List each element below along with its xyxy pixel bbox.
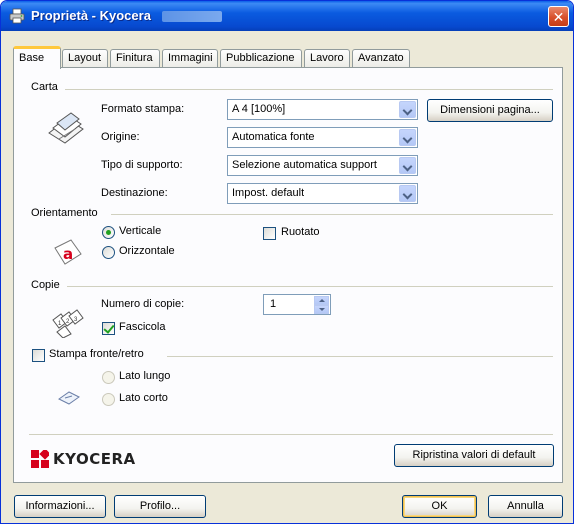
fronte-retro-checkbox[interactable] xyxy=(32,349,45,362)
origine-select[interactable]: Automatica fonte xyxy=(227,127,418,148)
printer-icon xyxy=(9,8,25,24)
copie-divider xyxy=(67,286,553,287)
close-icon: ✕ xyxy=(552,9,565,25)
tab-immagini[interactable]: Immagini xyxy=(162,49,218,68)
numero-copie-label: Numero di copie: xyxy=(101,298,185,310)
formato-value: A 4 [100%] xyxy=(232,103,286,115)
supporto-label: Tipo di supporto: xyxy=(101,159,183,171)
tab-layout[interactable]: Layout xyxy=(62,49,108,68)
tab-pubblicazione[interactable]: Pubblicazione xyxy=(220,49,302,68)
profilo-button[interactable]: Profilo... xyxy=(114,495,206,518)
window-title: Proprietà - Kyocera xyxy=(31,8,151,23)
verticale-label[interactable]: Verticale xyxy=(119,225,161,237)
supporto-value: Selezione automatica support xyxy=(232,159,377,171)
destinazione-select[interactable]: Impost. default xyxy=(227,183,418,204)
chevron-down-icon xyxy=(399,129,416,146)
ruotato-label[interactable]: Ruotato xyxy=(281,226,320,238)
numero-copie-value: 1 xyxy=(270,298,277,310)
tab-finitura[interactable]: Finitura xyxy=(110,49,160,68)
orientation-icon: a xyxy=(54,239,82,265)
destinazione-value: Impost. default xyxy=(232,187,305,199)
origine-value: Automatica fonte xyxy=(232,131,315,143)
copie-group-label: Copie xyxy=(31,279,64,291)
svg-text:a: a xyxy=(63,245,73,263)
orientamento-group-label: Orientamento xyxy=(31,207,102,219)
title-bar[interactable]: Proprietà - Kyocera ✕ xyxy=(1,1,573,31)
footer-divider xyxy=(29,434,553,435)
ripristina-default-button[interactable]: Ripristina valori di default xyxy=(394,444,554,467)
orizzontale-label[interactable]: Orizzontale xyxy=(119,245,175,257)
formato-label: Formato stampa: xyxy=(101,103,185,115)
tab-avanzato[interactable]: Avanzato xyxy=(352,49,410,68)
properties-dialog: Proprietà - Kyocera ✕ Base Layout Finitu… xyxy=(0,0,574,524)
supporto-select[interactable]: Selezione automatica support xyxy=(227,155,418,176)
formato-select[interactable]: A 4 [100%] xyxy=(227,99,418,120)
chevron-down-icon xyxy=(399,101,416,118)
tab-lavoro[interactable]: Lavoro xyxy=(304,49,350,68)
annulla-button[interactable]: Annulla xyxy=(488,495,563,518)
informazioni-button[interactable]: Informazioni... xyxy=(14,495,106,518)
copies-icon: 1 2 3 xyxy=(52,309,84,338)
duplex-icon xyxy=(58,391,80,405)
tab-base[interactable]: Base xyxy=(13,46,61,69)
ok-button[interactable]: OK xyxy=(402,495,477,518)
kyocera-logo-icon xyxy=(31,450,49,468)
lato-corto-radio[interactable] xyxy=(102,393,115,406)
lato-lungo-label[interactable]: Lato lungo xyxy=(119,370,170,382)
dimensioni-pagina-button[interactable]: Dimensioni pagina... xyxy=(427,99,553,122)
ruotato-checkbox[interactable] xyxy=(263,227,276,240)
verticale-radio[interactable] xyxy=(102,226,115,239)
chevron-down-icon xyxy=(399,157,416,174)
fronte-retro-divider xyxy=(167,356,553,357)
origine-label: Origine: xyxy=(101,131,140,143)
fascicola-label[interactable]: Fascicola xyxy=(119,321,165,333)
numero-copie-stepper[interactable]: 1 xyxy=(263,294,331,315)
orizzontale-radio[interactable] xyxy=(102,246,115,259)
chevron-down-icon xyxy=(399,185,416,202)
redacted-model-name xyxy=(162,11,222,22)
paper-icon xyxy=(48,112,84,144)
lato-corto-label[interactable]: Lato corto xyxy=(119,392,168,404)
spin-up-icon[interactable] xyxy=(314,296,329,305)
lato-lungo-radio[interactable] xyxy=(102,371,115,384)
fronte-retro-label[interactable]: Stampa fronte/retro xyxy=(49,348,148,360)
destinazione-label: Destinazione: xyxy=(101,187,168,199)
carta-divider xyxy=(65,89,553,90)
carta-group-label: Carta xyxy=(31,81,62,93)
close-button[interactable]: ✕ xyxy=(548,6,569,27)
orientamento-divider xyxy=(111,214,553,215)
kyocera-logo-text: KYOCERA xyxy=(53,450,136,468)
spin-down-icon[interactable] xyxy=(314,305,329,314)
fascicola-checkbox[interactable] xyxy=(102,322,115,335)
